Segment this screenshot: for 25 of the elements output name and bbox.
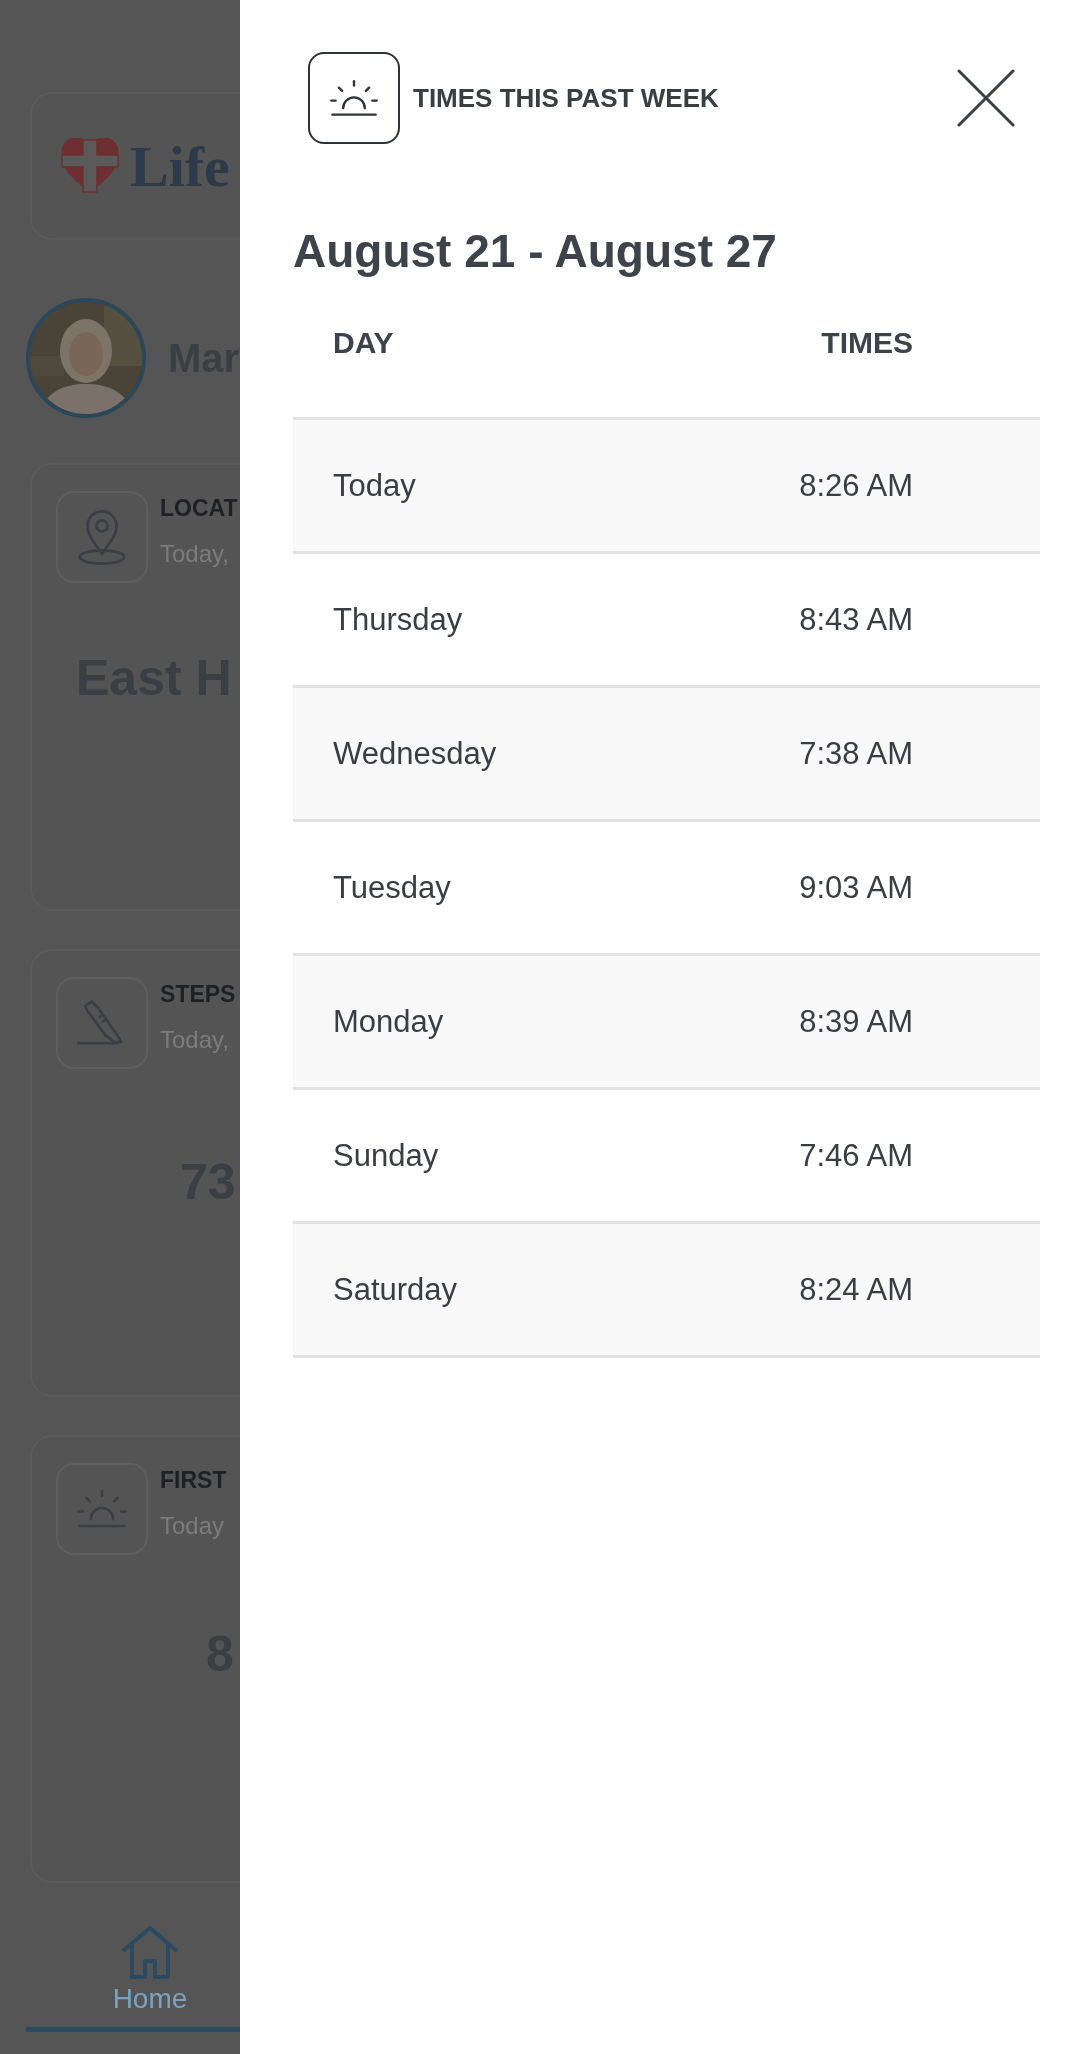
home-icon (120, 1925, 180, 1981)
date-range-heading: August 21 - August 27 (293, 224, 778, 278)
time-cell: 8:43 AM (799, 601, 913, 638)
panel-title: TIMES THIS PAST WEEK (413, 82, 719, 114)
time-cell: 7:38 AM (799, 735, 913, 772)
time-cell: 9:03 AM (799, 869, 913, 906)
time-cell: 7:46 AM (799, 1137, 913, 1174)
time-cell: 8:26 AM (799, 467, 913, 504)
day-cell: Today (333, 467, 416, 504)
heart-cross-icon (60, 138, 120, 194)
column-header: TIMES (821, 326, 913, 361)
close-icon (957, 69, 1015, 127)
sunrise-icon (327, 78, 381, 118)
close-button[interactable] (956, 68, 1016, 128)
sunrise-icon (74, 1488, 130, 1530)
day-cell: Saturday (333, 1271, 458, 1308)
column-header: DAY (333, 326, 394, 361)
day-cell: Wednesday (333, 735, 497, 772)
day-cell: Sunday (333, 1137, 439, 1174)
nav-tab[interactable]: Home (112, 1925, 188, 2015)
day-cell: Thursday (333, 601, 463, 638)
time-cell: 8:39 AM (799, 1003, 913, 1040)
day-cell: Monday (333, 1003, 444, 1040)
time-cell: 8:24 AM (799, 1271, 913, 1308)
day-cell: Tuesday (333, 869, 451, 906)
